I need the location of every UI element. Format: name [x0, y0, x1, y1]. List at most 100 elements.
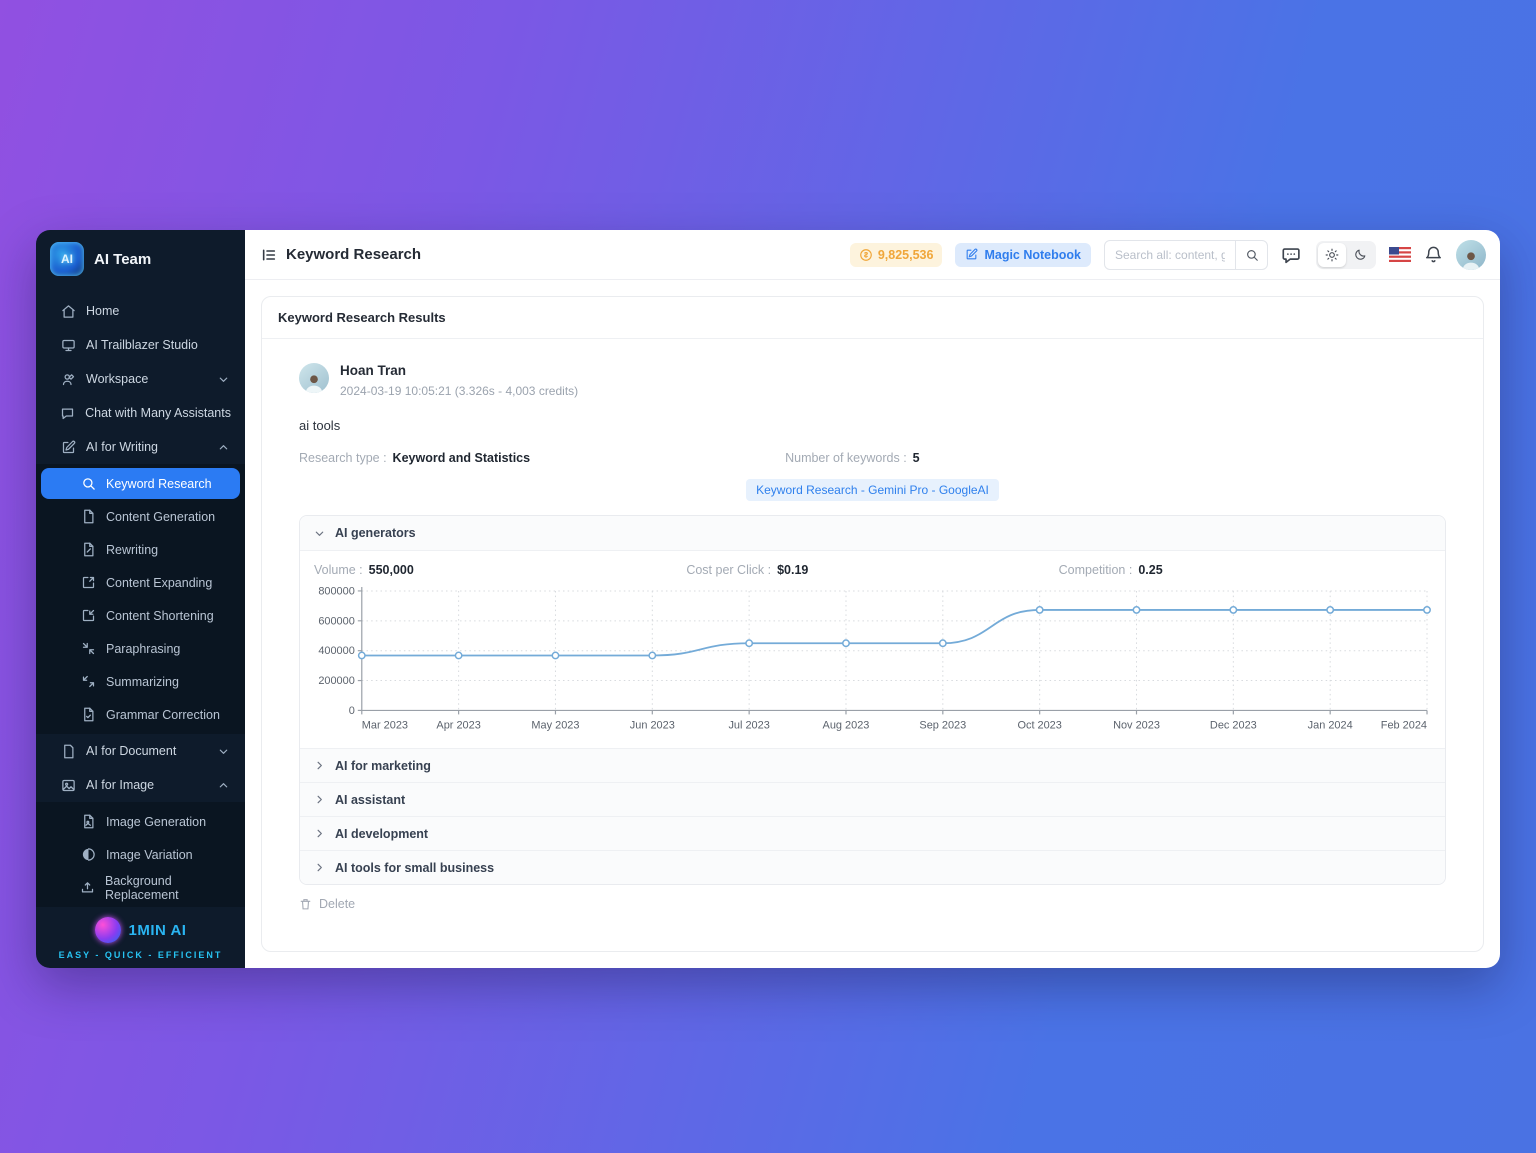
paraphrasing-icon [80, 641, 96, 657]
volume-label: Volume : [314, 563, 363, 577]
brand-name: 1MIN AI [129, 922, 187, 939]
svg-text:May 2023: May 2023 [531, 719, 579, 731]
svg-text:200000: 200000 [318, 675, 355, 687]
user-avatar[interactable] [1456, 240, 1486, 270]
sidebar-item-ai-trailblazer-studio[interactable]: AI Trailblazer Studio [36, 328, 245, 362]
content-shortening-icon [80, 608, 96, 624]
sidebar-item-keyword-research[interactable]: Keyword Research [41, 468, 240, 499]
trash-icon [299, 897, 312, 911]
keyword-accordion-ai-tools-for-small-business[interactable]: AI tools for small business [300, 850, 1445, 884]
sidebar-item-summarizing[interactable]: Summarizing [36, 665, 245, 698]
chevron-up-icon [215, 777, 231, 793]
search-icon [80, 476, 96, 492]
sidebar-item-workspace[interactable]: Workspace [36, 362, 245, 396]
sidebar-item-chat-with-many-assistants[interactable]: Chat with Many Assistants [36, 396, 245, 430]
app-logo-row[interactable]: AI AI Team [36, 230, 245, 286]
chevron-down-icon [314, 528, 325, 539]
notebook-edit-icon [965, 248, 978, 261]
subnav-ai-for-image: Image GenerationImage VariationBackgroun… [36, 802, 245, 907]
sidebar-item-image-generation[interactable]: Image Generation [36, 805, 245, 838]
delete-button[interactable]: Delete [299, 897, 1446, 911]
sidebar-item-image-variation[interactable]: Image Variation [36, 838, 245, 871]
magic-notebook-button[interactable]: Magic Notebook [955, 243, 1091, 267]
svg-text:Mar 2023: Mar 2023 [362, 719, 408, 731]
model-badge: Keyword Research - Gemini Pro - GoogleAI [746, 479, 999, 501]
sidebar-item-paraphrasing[interactable]: Paraphrasing [36, 632, 245, 665]
image-variation-icon [80, 847, 96, 863]
global-search [1104, 240, 1268, 270]
sidebar-item-ai-for-document[interactable]: AI for Document [36, 734, 245, 768]
svg-text:Feb 2024: Feb 2024 [1381, 719, 1427, 731]
app-window: AI AI Team HomeAI Trailblazer StudioWork… [36, 230, 1500, 968]
keyword-name: AI assistant [335, 793, 405, 807]
brain-logo-icon [95, 917, 121, 943]
writing-icon [60, 439, 76, 455]
coin-icon [859, 248, 873, 262]
file-icon [60, 743, 76, 759]
keyword-stats: Volume :550,000 Cost per Click :$0.19 Co… [314, 563, 1431, 577]
credits-badge[interactable]: 9,825,536 [850, 243, 943, 267]
language-flag-us-icon[interactable] [1389, 247, 1411, 262]
keyword-name: AI for marketing [335, 759, 431, 773]
keyword-details-ai-generators: Volume :550,000 Cost per Click :$0.19 Co… [300, 550, 1445, 748]
cpc-value: $0.19 [777, 563, 808, 577]
competition-value: 0.25 [1138, 563, 1162, 577]
query-text: ai tools [299, 418, 1446, 433]
notifications-bell-icon[interactable] [1424, 245, 1443, 264]
keyword-accordion-ai-generators[interactable]: AI generators [300, 516, 1445, 550]
chevron-right-icon [314, 828, 325, 839]
page-title: Keyword Research [286, 246, 421, 263]
keyword-name: AI generators [335, 526, 416, 540]
sidebar-item-background-replacement[interactable]: Background Replacement [36, 871, 245, 904]
volume-trend-chart: 0200000400000600000800000Mar 2023Apr 202… [314, 583, 1431, 734]
cpc-label: Cost per Click : [686, 563, 771, 577]
dark-mode-button[interactable] [1346, 243, 1374, 267]
sidebar-nav: HomeAI Trailblazer StudioWorkspaceChat w… [36, 286, 245, 907]
keyword-accordion-ai-assistant[interactable]: AI assistant [300, 782, 1445, 816]
results-card: Keyword Research Results Hoan Tran 2024-… [261, 296, 1484, 952]
background-replacement-icon [80, 880, 95, 896]
search-icon[interactable] [1235, 241, 1267, 269]
sidebar-item-home[interactable]: Home [36, 294, 245, 328]
result-user-name: Hoan Tran [340, 363, 578, 378]
sidebar-footer: 1MIN AI EASY - QUICK - EFFICIENT [36, 907, 245, 968]
sidebar-item-content-expanding[interactable]: Content Expanding [36, 566, 245, 599]
svg-text:Jul 2023: Jul 2023 [728, 719, 769, 731]
research-type-label: Research type : [299, 451, 387, 465]
svg-text:Nov 2023: Nov 2023 [1113, 719, 1160, 731]
svg-text:Dec 2023: Dec 2023 [1210, 719, 1257, 731]
sun-icon [1325, 248, 1339, 262]
feedback-chat-icon[interactable] [1281, 244, 1303, 266]
svg-text:Aug 2023: Aug 2023 [823, 719, 870, 731]
image-icon [60, 777, 76, 793]
image-generation-icon [80, 814, 96, 830]
sidebar-item-rewriting[interactable]: Rewriting [36, 533, 245, 566]
meta-row: Research type : Keyword and Statistics N… [299, 451, 1446, 465]
keyword-accordion-ai-development[interactable]: AI development [300, 816, 1445, 850]
theme-toggle [1316, 241, 1376, 269]
sidebar-item-content-shortening[interactable]: Content Shortening [36, 599, 245, 632]
sidebar-item-ai-for-image[interactable]: AI for Image [36, 768, 245, 802]
moon-icon [1354, 248, 1367, 261]
keyword-accordion-list: AI generators Volume : 550,000 Cost per C… [299, 515, 1446, 885]
svg-text:Jan 2024: Jan 2024 [1308, 719, 1353, 731]
subnav-ai-for-writing: Keyword ResearchContent GenerationRewrit… [36, 464, 245, 734]
page-list-icon[interactable] [261, 247, 277, 263]
sidebar-item-grammar-correction[interactable]: Grammar Correction [36, 698, 245, 731]
search-input[interactable] [1105, 248, 1235, 262]
content-area: Keyword Research Results Hoan Tran 2024-… [245, 280, 1500, 968]
home-icon [60, 303, 76, 319]
brand-tagline: EASY - QUICK - EFFICIENT [36, 950, 245, 960]
svg-text:Apr 2023: Apr 2023 [436, 719, 480, 731]
chevron-down-icon [215, 371, 231, 387]
chat-icon [60, 405, 75, 421]
volume-value: 550,000 [369, 563, 414, 577]
sidebar-item-ai-for-writing[interactable]: AI for Writing [36, 430, 245, 464]
light-mode-button[interactable] [1318, 243, 1346, 267]
grammar-correction-icon [80, 707, 96, 723]
sidebar-item-content-generation[interactable]: Content Generation [36, 500, 245, 533]
keyword-accordion-ai-for-marketing[interactable]: AI for marketing [300, 748, 1445, 782]
monitor-icon [60, 337, 76, 353]
main-area: Keyword Research 9,825,536 Magic Noteboo… [245, 230, 1500, 968]
chevron-right-icon [314, 862, 325, 873]
